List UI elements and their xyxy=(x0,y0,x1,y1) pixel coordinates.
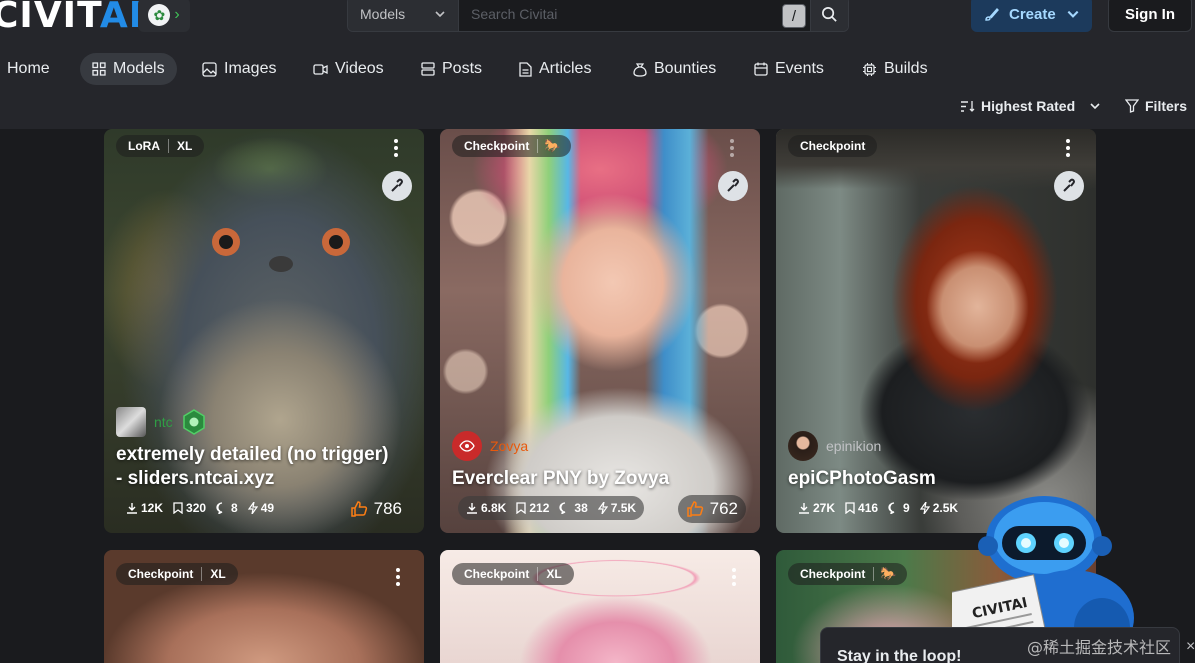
search-scope-label: Models xyxy=(360,6,406,22)
create-button[interactable]: Create xyxy=(971,0,1092,32)
nav-articles[interactable]: Articles xyxy=(507,53,603,85)
close-icon[interactable]: × xyxy=(1186,638,1195,656)
bookmark-icon xyxy=(516,502,527,514)
logo-flower-badge[interactable]: ✿ › xyxy=(138,0,190,32)
chevron-down-icon xyxy=(435,11,445,18)
nav-models[interactable]: Models xyxy=(80,53,177,85)
nav-events[interactable]: Events xyxy=(742,53,836,85)
more-options-icon[interactable] xyxy=(724,566,744,588)
creator-avatar xyxy=(452,431,482,461)
model-title: extremely detailed (no trigger) - slider… xyxy=(116,444,389,489)
chevron-right-icon: › xyxy=(174,6,180,23)
model-stats: 27K 416 9 2.5K xyxy=(798,496,958,520)
model-card[interactable]: Checkpoint epinikion epiCPhotoGasm 27K 4… xyxy=(776,129,1096,533)
sort-icon xyxy=(961,100,975,112)
brush-icon xyxy=(985,7,999,21)
posts-icon xyxy=(421,62,435,76)
civitai-logo[interactable]: CIVITAI xyxy=(0,0,143,38)
link-icon[interactable] xyxy=(382,171,412,201)
bolt-icon xyxy=(919,502,930,514)
creator-avatar xyxy=(788,431,818,461)
comment-icon xyxy=(216,502,223,514)
nav-home[interactable]: Home xyxy=(0,53,62,85)
sort-dropdown[interactable]: Highest Rated xyxy=(960,98,1101,114)
bookmark-icon xyxy=(173,502,183,514)
thumbs-up-icon xyxy=(686,501,703,517)
comment-icon xyxy=(559,502,566,514)
creator-name: Zovya xyxy=(490,438,529,454)
model-stats: 12K 320 8 49 xyxy=(126,496,274,520)
nav-images[interactable]: Images xyxy=(190,53,288,85)
early-access-icon: 🐎 xyxy=(880,566,897,581)
like-count[interactable]: 762 xyxy=(677,495,746,523)
nav-posts[interactable]: Posts xyxy=(409,53,494,85)
creator-info[interactable]: ntc xyxy=(116,407,207,437)
model-type-badges: Checkpoint xyxy=(788,135,878,157)
verified-shield-icon xyxy=(182,409,205,435)
popup-title: Stay in the loop! xyxy=(837,648,962,663)
moneybag-icon xyxy=(633,62,647,77)
model-type-badges: Checkpoint XL xyxy=(116,563,238,585)
sign-in-button[interactable]: Sign In xyxy=(1108,0,1192,32)
model-card[interactable]: Checkpoint XL xyxy=(440,550,760,663)
image-icon xyxy=(202,61,217,77)
model-type-badges: Checkpoint XL xyxy=(452,563,574,585)
model-card[interactable]: Checkpoint 🐎 Zovya Everclear PNY by Zovya… xyxy=(440,129,760,533)
calendar-icon xyxy=(754,62,768,76)
bolt-icon xyxy=(597,502,608,514)
totoro-eyes xyxy=(212,228,350,272)
more-options-icon[interactable] xyxy=(722,137,742,159)
search-shortcut-key: / xyxy=(782,4,806,28)
link-icon[interactable] xyxy=(1054,171,1084,201)
creator-avatar xyxy=(116,407,146,437)
chevron-down-icon xyxy=(1090,103,1100,110)
article-icon xyxy=(519,61,532,77)
video-icon xyxy=(313,63,328,75)
nav-builds[interactable]: Builds xyxy=(850,53,940,85)
thumbs-up-icon xyxy=(350,501,367,517)
eye-icon xyxy=(459,440,475,452)
early-access-icon: 🐎 xyxy=(544,138,561,153)
comment-icon xyxy=(888,502,895,514)
filter-icon xyxy=(1125,99,1139,113)
download-icon xyxy=(127,503,137,514)
grid-icon xyxy=(92,62,106,76)
creator-name: epinikion xyxy=(826,438,882,454)
model-type-badges: Checkpoint 🐎 xyxy=(788,563,907,585)
nav-bounties[interactable]: Bounties xyxy=(621,53,728,85)
bookmark-icon xyxy=(845,502,855,514)
create-label: Create xyxy=(1009,5,1056,23)
like-count[interactable]: 786 xyxy=(342,495,410,523)
search-input[interactable] xyxy=(459,0,810,31)
more-options-icon[interactable] xyxy=(386,137,406,159)
creator-name: ntc xyxy=(154,414,173,430)
model-title: Everclear PNY by Zovya xyxy=(452,468,670,489)
model-type-badges: LoRA XL xyxy=(116,135,205,157)
model-card[interactable]: Checkpoint XL xyxy=(104,550,424,663)
top-header: CIVITAI ✿ › Models / Create Sign In Home… xyxy=(0,0,1195,129)
search-scope-select[interactable]: Models xyxy=(348,0,459,31)
model-type-badges: Checkpoint 🐎 xyxy=(452,135,571,157)
filters-button[interactable]: Filters xyxy=(1125,98,1187,114)
model-title: epiCPhotoGasm xyxy=(788,468,936,489)
search-bar: Models xyxy=(347,0,849,32)
chevron-down-icon xyxy=(1067,10,1079,18)
watermark-text: @稀土掘金技术社区 xyxy=(1027,638,1172,657)
search-button[interactable] xyxy=(810,0,848,31)
cpu-icon xyxy=(863,62,876,76)
bolt-icon xyxy=(247,502,258,514)
flower-icon: ✿ xyxy=(148,4,171,26)
search-icon xyxy=(822,6,837,22)
download-icon xyxy=(467,503,477,514)
model-card[interactable]: LoRA XL ntc extremely detailed (no trigge… xyxy=(104,129,424,533)
link-icon[interactable] xyxy=(718,171,748,201)
creator-info[interactable]: Zovya xyxy=(452,431,528,461)
more-options-icon[interactable] xyxy=(388,566,408,588)
nav-videos[interactable]: Videos xyxy=(301,53,396,85)
download-icon xyxy=(799,503,809,514)
more-options-icon[interactable] xyxy=(1058,137,1078,159)
model-stats: 6.8K 212 38 7.5K xyxy=(458,496,645,520)
creator-info[interactable]: epinikion xyxy=(788,431,881,461)
